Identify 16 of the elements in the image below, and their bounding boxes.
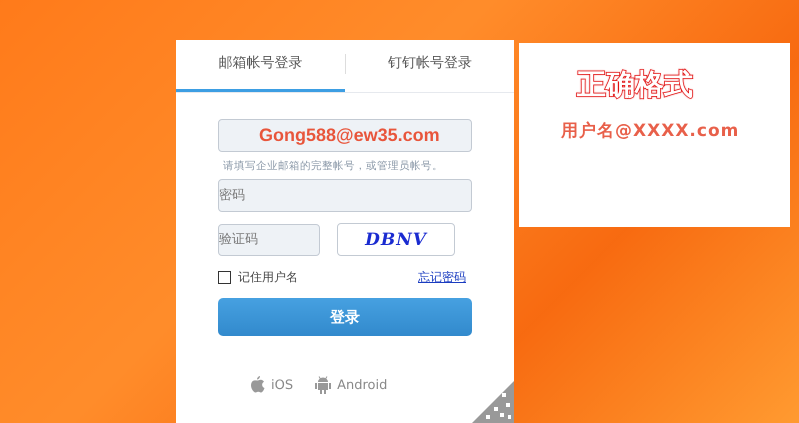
format-example: 用户名@XXXX.com — [561, 120, 740, 142]
note-title: 正确格式 — [577, 66, 694, 103]
app-link[interactable]: Android — [337, 378, 388, 392]
captcha-field[interactable]: 验证码 — [218, 224, 320, 256]
app-link[interactable]: iOS — [271, 378, 294, 392]
remember-checkbox[interactable] — [218, 271, 231, 284]
captcha-image[interactable]: DBNV — [337, 223, 455, 256]
android-icon[interactable] — [315, 376, 332, 394]
forgot-password-link[interactable]: 忘记密码 — [418, 269, 466, 286]
login-tab[interactable]: 钉钉帐号登录 — [346, 40, 514, 92]
login-tab[interactable]: 邮箱帐号登录 — [176, 40, 344, 92]
hint-text: 请填写企业邮箱的完整帐号，或管理员帐号。 — [223, 159, 444, 173]
qr-code-corner-icon[interactable] — [472, 381, 514, 423]
remember-label: 记住用户名 — [238, 269, 298, 286]
password-field[interactable]: 密码 — [218, 179, 472, 212]
apple-icon[interactable] — [250, 376, 265, 394]
